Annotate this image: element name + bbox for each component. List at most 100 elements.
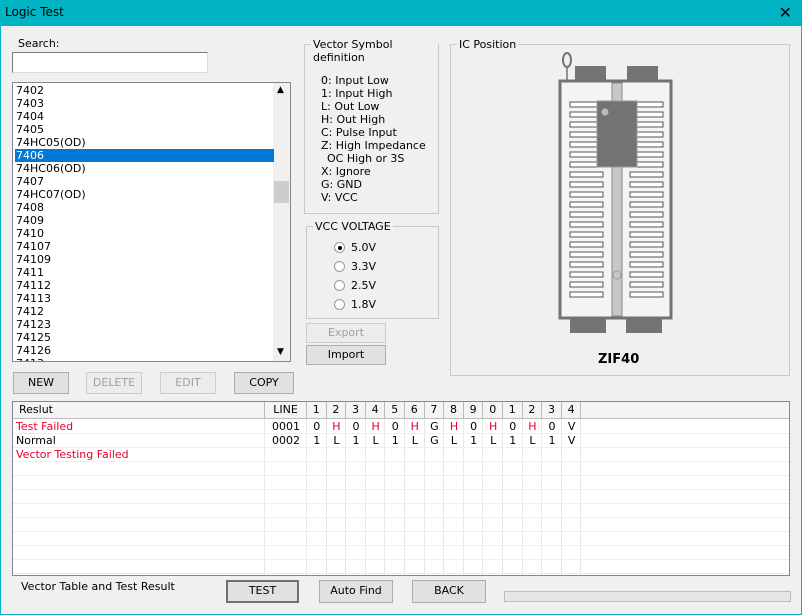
chip-list-item[interactable]: 7402 [15,84,274,97]
chip-list-item[interactable]: 74126 [15,344,274,357]
column-header[interactable]: 8 [444,402,464,419]
radio-button[interactable] [334,261,345,272]
chip-list-item[interactable]: 7407 [15,175,274,188]
edit-button[interactable]: EDIT [160,372,216,394]
back-button[interactable]: BACK [412,580,486,603]
vector-cell: 1 [352,434,360,447]
vcc-option-3-3v[interactable]: 3.3V [334,260,376,273]
close-icon[interactable]: ✕ [779,3,792,22]
column-header[interactable]: LINE [265,402,307,419]
column-header[interactable]: 2 [522,402,543,419]
column-header[interactable]: 6 [405,402,425,419]
chip-list-item[interactable]: 7409 [15,214,274,227]
list-scrollbar[interactable]: ▲ ▼ [273,83,290,361]
vector-cell: H [371,420,380,433]
auto-find-button[interactable]: Auto Find [319,580,393,603]
chip-list-item[interactable]: 7404 [15,110,274,123]
chip-list-item[interactable]: 74HC05(OD) [15,136,274,149]
vector-cell: 0 [313,420,321,433]
search-label: Search: [18,37,60,50]
chip-list[interactable]: ▲ ▼ 7402 7403 7404 7405 74HC05(OD) 7406 74HC06… [12,82,291,362]
symbol-definition: OC High or 3S [327,152,405,165]
column-header[interactable]: 3 [542,402,562,419]
vector-cell: G [430,434,439,447]
column-header-empty [581,402,789,419]
vcc-option-1-8v[interactable]: 1.8V [334,298,376,311]
socket-pin-slot [569,191,604,198]
radio-button[interactable] [334,280,345,291]
vector-cell: L [372,434,379,447]
column-header[interactable]: 3 [346,402,366,419]
search-input[interactable] [12,52,208,73]
vector-cell: 1 [548,434,556,447]
results-table[interactable]: Reslut LINE 1 2 3 4 5 6 7 8 9 0 1 2 3 4 Test Failed 0001 0… [12,401,790,576]
vcc-option-2-5v[interactable]: 2.5V [334,279,376,292]
radio-button[interactable] [334,242,345,253]
socket-pin-slot [629,191,664,198]
vector-cell: L [333,434,340,447]
vector-symbol-title: Vector Symbol definition [311,38,438,64]
socket-pin-slot [629,201,664,208]
zif-socket-diagram [558,52,673,333]
chip-list-item[interactable]: 7406 [15,149,274,162]
vcc-option-5-0v[interactable]: 5.0V [334,241,376,254]
symbol-definition: V: VCC [321,191,358,204]
grid-line [13,461,789,462]
chip-list-item[interactable]: 74123 [15,318,274,331]
socket-pin-slot [569,221,604,228]
vcc-option-label: 2.5V [351,279,377,292]
radio-button[interactable] [334,299,345,310]
chip-list-item[interactable]: 7412 [15,305,274,318]
column-header[interactable]: 7 [424,402,445,419]
socket-pin-slot [569,231,604,238]
vector-cell: L [490,434,497,447]
copy-button[interactable]: COPY [234,372,294,394]
vcc-voltage-group: VCC VOLTAGE 5.0V 3.3V 2.5V 1.8V [306,220,439,319]
chip-list-item[interactable]: 74HC07(OD) [15,188,274,201]
scroll-down-icon[interactable]: ▼ [277,347,284,357]
column-header[interactable]: 1 [503,402,523,419]
vcc-option-label: 3.3V [351,260,377,273]
chip-list-item[interactable]: 7413 [15,357,274,361]
column-header[interactable]: 5 [385,402,405,419]
symbol-definition: X: Ignore [321,165,371,178]
grid-line [13,517,789,518]
chip-list-item[interactable]: 74107 [15,240,274,253]
chip-list-item[interactable]: 7408 [15,201,274,214]
chip-list-item[interactable]: 74109 [15,253,274,266]
scroll-thumb[interactable] [274,181,289,203]
scroll-up-icon[interactable]: ▲ [277,85,284,95]
chip-list-item[interactable]: 74HC06(OD) [15,162,274,175]
delete-button[interactable]: DELETE [86,372,142,394]
socket-pin-slot [569,281,604,288]
chip-list-item[interactable]: 7410 [15,227,274,240]
new-button[interactable]: NEW [13,372,69,394]
import-button[interactable]: Import [306,345,386,365]
line-cell: 0001 [272,420,300,433]
chip-list-item[interactable]: 7403 [15,97,274,110]
socket-pin-slot [569,201,604,208]
column-header[interactable]: 2 [326,402,347,419]
chip-list-item[interactable]: 74113 [15,292,274,305]
chip-list-item[interactable]: 74112 [15,279,274,292]
column-header[interactable]: 4 [561,402,582,419]
column-header[interactable]: 1 [307,402,327,419]
column-header[interactable]: Reslut [13,402,265,419]
chip-list-item[interactable]: 74125 [15,331,274,344]
grid-line [13,545,789,546]
column-header[interactable]: 0 [483,402,503,419]
test-button[interactable]: TEST [226,580,299,603]
vector-cell: H [489,420,498,433]
progress-bar [504,591,791,602]
symbol-definition: H: Out High [321,113,386,126]
socket-pin-slot [569,271,604,278]
vcc-voltage-title: VCC VOLTAGE [313,220,393,233]
export-button[interactable]: Export [306,323,386,343]
column-header[interactable]: 4 [365,402,386,419]
chip-list-item[interactable]: 7411 [15,266,274,279]
vcc-option-label: 5.0V [351,241,377,254]
grid-line [13,503,789,504]
vector-cell: V [567,434,576,447]
chip-list-item[interactable]: 7405 [15,123,274,136]
column-header[interactable]: 9 [463,402,484,419]
